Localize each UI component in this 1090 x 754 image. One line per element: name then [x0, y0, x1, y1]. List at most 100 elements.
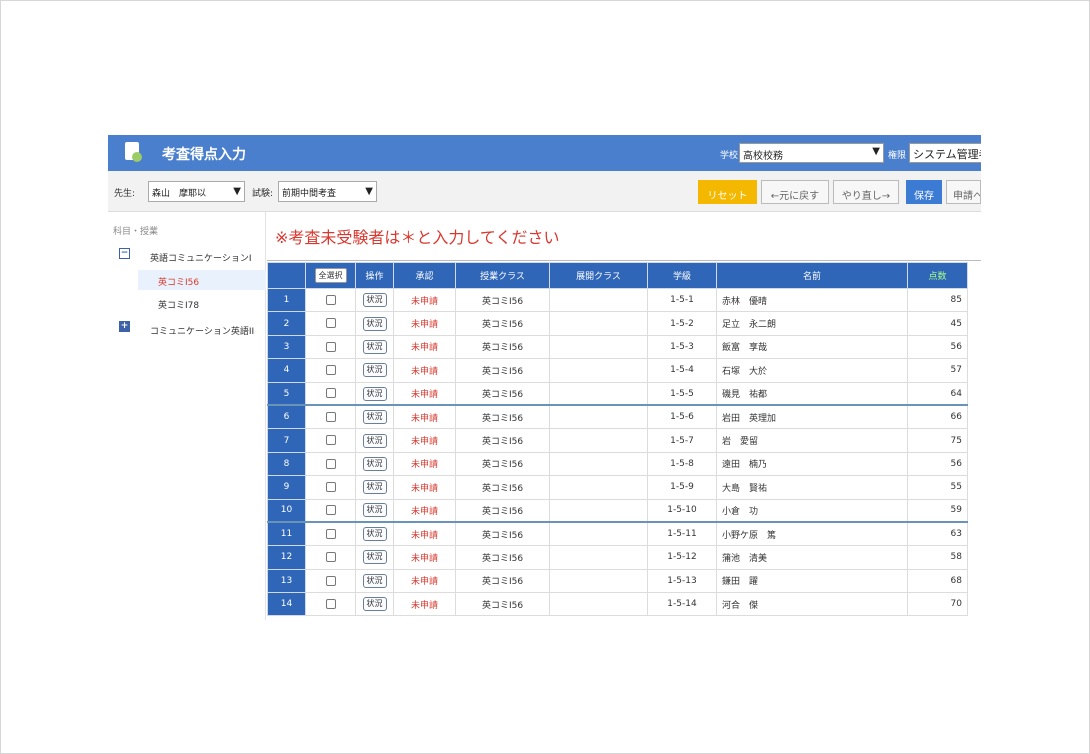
status-button[interactable]: 状況 [362, 480, 387, 495]
approval-header: 承認 [393, 262, 456, 289]
tree-group-comm-eng-2[interactable]: コミュニケーション英語II [150, 324, 254, 337]
apply-button[interactable]: 申請へ [946, 180, 981, 204]
collapse-icon[interactable]: − [119, 248, 130, 259]
exam-select[interactable]: 前期中間考査 ▼ [278, 181, 377, 202]
score-input[interactable]: 55 [907, 475, 968, 500]
chevron-down-icon: ▼ [872, 146, 880, 157]
status-button[interactable]: 状況 [362, 550, 387, 565]
score-input[interactable]: 63 [907, 521, 968, 547]
class-cell: 英コミI56 [455, 592, 550, 617]
status-button[interactable]: 状況 [362, 363, 387, 378]
teacher-select[interactable]: 森山 摩耶以 ▼ [148, 181, 245, 202]
class-cell: 英コミI56 [455, 311, 550, 336]
row-checkbox[interactable] [325, 505, 336, 516]
row-checkbox[interactable] [325, 529, 336, 540]
row-checkbox[interactable] [325, 435, 336, 446]
open-class-header: 展開クラス [549, 262, 648, 289]
status-button[interactable]: 状況 [362, 433, 387, 448]
student-name-cell: 磯見 祐都 [716, 381, 908, 406]
status-button[interactable]: 状況 [362, 339, 387, 354]
open-class-cell [549, 381, 648, 406]
subject-tree: 科目・授業 − 英語コミュニケーションI 英コミI56 英コミI78 + コミュ… [108, 212, 266, 620]
undo-button[interactable]: ←元に戻す [761, 180, 829, 204]
row-checkbox[interactable] [325, 365, 336, 376]
status-button[interactable]: 状況 [362, 527, 387, 542]
status-button[interactable]: 状況 [362, 456, 387, 471]
score-input[interactable]: 85 [907, 287, 968, 313]
score-input[interactable]: 45 [907, 311, 968, 336]
expand-icon[interactable]: + [119, 321, 130, 332]
class-cell: 英コミI56 [455, 381, 550, 406]
score-header: 点数 [907, 262, 968, 289]
status-cell: 状況 [355, 334, 394, 360]
table-header-row: 全選択 操作 承認 授業クラス 展開クラス 学級 名前 点数 [267, 262, 968, 289]
row-checkbox-cell [305, 568, 356, 594]
row-checkbox[interactable] [325, 482, 336, 493]
table-row: 4 状況 未申請 英コミI56 1-5-4 石塚 大於 57 [267, 358, 968, 383]
student-no-cell: 1-5-4 [647, 358, 717, 383]
open-class-cell [549, 334, 648, 360]
row-checkbox[interactable] [325, 575, 336, 586]
status-button[interactable]: 状況 [362, 597, 387, 612]
class-cell: 英コミI56 [455, 358, 550, 383]
score-table: 全選択 操作 承認 授業クラス 展開クラス 学級 名前 点数 1 状況 未申請 英コミ… [267, 262, 968, 617]
status-cell: 状況 [355, 358, 394, 383]
student-name-cell: 足立 永二朗 [716, 311, 908, 336]
score-input[interactable]: 75 [907, 428, 968, 453]
score-input[interactable]: 68 [907, 568, 968, 594]
row-checkbox[interactable] [325, 341, 336, 352]
approval-status: 未申請 [393, 592, 456, 617]
student-name-cell: 遠田 楠乃 [716, 451, 908, 477]
row-number: 4 [267, 358, 306, 383]
score-input[interactable]: 57 [907, 358, 968, 383]
school-select[interactable]: 高校校務 ▼ [739, 143, 884, 163]
row-checkbox[interactable] [325, 552, 336, 563]
row-checkbox-cell [305, 545, 356, 570]
row-checkbox[interactable] [325, 294, 336, 305]
role-select[interactable]: システム管理者 [909, 143, 981, 163]
row-checkbox[interactable] [325, 599, 336, 610]
school-select-value: 高校校務 [743, 151, 783, 162]
tree-item-selected[interactable]: 英コミI56 [138, 270, 266, 290]
status-button[interactable]: 状況 [362, 386, 387, 401]
score-input[interactable]: 56 [907, 451, 968, 477]
reset-button[interactable]: リセット [698, 180, 757, 204]
open-class-cell [549, 545, 648, 570]
save-button[interactable]: 保存 [906, 180, 942, 204]
exam-label: 試験: [252, 189, 274, 199]
status-button[interactable]: 状況 [362, 573, 387, 588]
redo-button[interactable]: やり直し→ [833, 180, 899, 204]
app-header: 考査得点入力 学校 高校校務 ▼ 権限 システム管理者 [108, 135, 981, 171]
select-all-button[interactable]: 全選択 [314, 268, 347, 283]
row-number: 10 [267, 498, 306, 523]
status-button[interactable]: 状況 [362, 316, 387, 331]
row-checkbox-cell [305, 428, 356, 453]
divider [267, 260, 981, 261]
row-checkbox[interactable] [325, 318, 336, 329]
row-checkbox[interactable] [325, 412, 336, 423]
score-input[interactable]: 70 [907, 592, 968, 617]
row-checkbox[interactable] [325, 458, 336, 469]
score-input[interactable]: 59 [907, 498, 968, 523]
role-select-value: システム管理者 [913, 148, 981, 161]
row-checkbox[interactable] [325, 388, 336, 399]
tree-item[interactable]: 英コミI78 [158, 298, 199, 311]
status-button[interactable]: 状況 [362, 293, 387, 308]
score-input[interactable]: 66 [907, 404, 968, 430]
status-cell: 状況 [355, 404, 394, 430]
student-no-cell: 1-5-12 [647, 545, 717, 570]
score-input[interactable]: 64 [907, 381, 968, 406]
table-row: 5 状況 未申請 英コミI56 1-5-5 磯見 祐都 64 [267, 381, 968, 406]
status-button[interactable]: 状況 [362, 503, 387, 518]
status-cell: 状況 [355, 381, 394, 406]
open-class-cell [549, 498, 648, 523]
score-input[interactable]: 56 [907, 334, 968, 360]
class-header: 授業クラス [455, 262, 550, 289]
row-number-header [267, 262, 306, 289]
status-cell: 状況 [355, 568, 394, 594]
tree-item-label: 英コミI56 [158, 278, 200, 288]
tree-group-eng-comm-1[interactable]: 英語コミュニケーションI [150, 251, 251, 264]
student-no-cell: 1-5-6 [647, 404, 717, 430]
score-input[interactable]: 58 [907, 545, 968, 570]
status-button[interactable]: 状況 [362, 410, 387, 425]
